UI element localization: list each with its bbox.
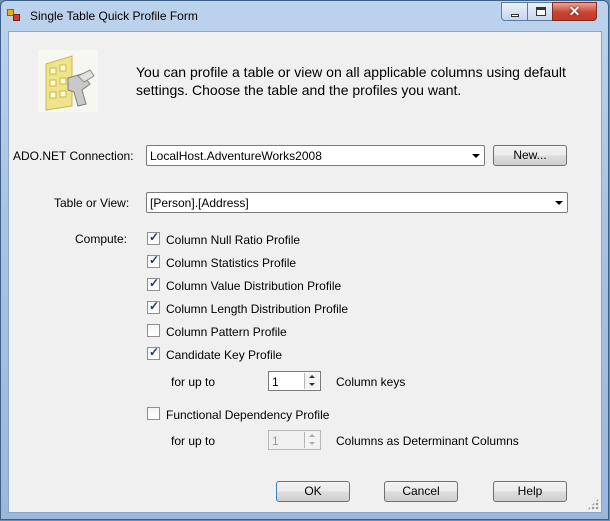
determinant-columns-value: 1 (272, 434, 279, 448)
profile-checkbox[interactable] (147, 324, 160, 337)
minimize-button[interactable] (501, 2, 528, 21)
cancel-button[interactable]: Cancel (384, 481, 458, 502)
candidate-key-count-stepper[interactable]: 1 (268, 371, 321, 391)
profile-label: Column Length Distribution Profile (166, 302, 349, 316)
profile-label: Column Pattern Profile (166, 325, 287, 339)
ok-button[interactable]: OK (276, 481, 350, 502)
close-icon: ✕ (568, 3, 581, 19)
window-title: Single Table Quick Profile Form (30, 9, 198, 23)
checkmark-icon: ✓ (149, 345, 160, 359)
maximize-icon (536, 7, 546, 16)
checkmark-icon: ✓ (149, 276, 160, 290)
profile-label: Column Null Ratio Profile (166, 233, 301, 247)
candidate-key-for-up-to-label: for up to (171, 375, 216, 389)
functional-dependency-label: Functional Dependency Profile (166, 408, 330, 422)
maximize-button[interactable] (527, 2, 553, 21)
candidate-key-count-value: 1 (272, 375, 279, 389)
connection-value: LocalHost.AdventureWorks2008 (150, 149, 322, 163)
determinant-columns-suffix-label: Columns as Determinant Columns (336, 434, 519, 448)
profile-label: Column Statistics Profile (166, 256, 297, 270)
checkmark-icon: ✓ (149, 253, 160, 267)
form-icon (7, 9, 21, 22)
checkmark-icon: ✓ (149, 230, 160, 244)
connection-label: ADO.NET Connection: (13, 149, 134, 163)
determinant-columns-stepper[interactable]: 1 (268, 430, 321, 450)
profile-label: Candidate Key Profile (166, 348, 283, 362)
spin-down-icon[interactable] (309, 383, 315, 386)
functional-dependency-for-up-to-label: for up to (171, 434, 216, 448)
spin-up-icon[interactable] (309, 434, 315, 437)
title-bar[interactable]: Single Table Quick Profile Form ✕ (1, 1, 608, 31)
spin-down-icon[interactable] (309, 442, 315, 445)
profile-checkbox[interactable]: ✓ (147, 345, 160, 360)
profile-checkbox[interactable]: ✓ (147, 253, 160, 268)
profile-checkbox[interactable]: ✓ (147, 276, 160, 291)
table-combo[interactable]: [Person].[Address] (146, 192, 568, 213)
dropdown-arrow-icon (472, 154, 480, 158)
connection-combo[interactable]: LocalHost.AdventureWorks2008 (146, 145, 485, 166)
new-connection-button[interactable]: New... (493, 145, 567, 166)
candidate-key-suffix-label: Column keys (336, 375, 406, 389)
table-label: Table or View: (54, 196, 130, 210)
form-body: You can profile a table or view on all a… (8, 31, 602, 513)
functional-dependency-checkbox[interactable] (147, 407, 160, 420)
intro-text: You can profile a table or view on all a… (136, 64, 566, 98)
profile-wizard-icon (38, 50, 98, 112)
table-value: [Person].[Address] (150, 196, 249, 210)
compute-label: Compute: (75, 232, 128, 246)
minimize-icon (511, 14, 519, 17)
help-button[interactable]: Help (493, 481, 567, 502)
profile-checkbox[interactable]: ✓ (147, 230, 160, 245)
dialog-window: Single Table Quick Profile Form ✕ You ca… (0, 0, 609, 520)
dropdown-arrow-icon (555, 201, 563, 205)
resize-grip-icon[interactable] (587, 498, 599, 510)
profile-label: Column Value Distribution Profile (166, 279, 342, 293)
checkmark-icon: ✓ (149, 299, 160, 313)
spin-up-icon[interactable] (309, 375, 315, 378)
close-button[interactable]: ✕ (552, 2, 597, 21)
profile-checkbox[interactable]: ✓ (147, 299, 160, 314)
